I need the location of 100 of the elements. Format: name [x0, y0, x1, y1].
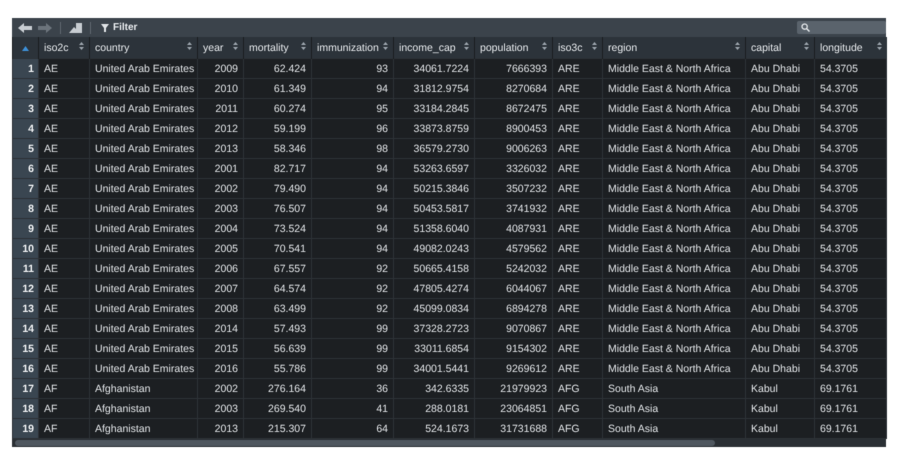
- row-number: 6: [12, 158, 38, 178]
- table-cell: 2016: [198, 358, 244, 378]
- row-number: 18: [12, 398, 38, 418]
- row-number: 19: [12, 418, 38, 438]
- column-header[interactable]: population: [474, 37, 552, 58]
- table-cell: Afghanistan: [90, 398, 198, 418]
- table-cell: ARE: [552, 58, 602, 78]
- table-cell: 54.3705: [814, 58, 886, 78]
- row-number: 16: [12, 358, 38, 378]
- column-header[interactable]: country: [90, 37, 198, 58]
- table-cell: 99: [312, 358, 394, 378]
- table-cell: AE: [38, 338, 90, 358]
- sort-icon: [876, 42, 882, 50]
- table-cell: Abu Dhabi: [746, 58, 814, 78]
- table-cell: 62.424: [244, 58, 312, 78]
- table-cell: Middle East & North Africa: [602, 78, 746, 98]
- column-header[interactable]: immunization: [312, 37, 394, 58]
- table-cell: 54.3705: [814, 218, 886, 238]
- table-cell: 50215.3846: [394, 178, 474, 198]
- table-cell: Kabul: [746, 398, 814, 418]
- table-cell: 33873.8759: [394, 118, 474, 138]
- table-cell: 73.524: [244, 218, 312, 238]
- table-cell: 23064851: [474, 398, 552, 418]
- table-cell: 276.164: [244, 378, 312, 398]
- column-header[interactable]: capital: [746, 37, 814, 58]
- column-header[interactable]: region: [602, 37, 746, 58]
- table-cell: 58.346: [244, 138, 312, 158]
- column-header[interactable]: mortality: [244, 37, 312, 58]
- table-cell: 59.199: [244, 118, 312, 138]
- table-cell: 94: [312, 158, 394, 178]
- table-cell: ARE: [552, 338, 602, 358]
- table-cell: 2005: [198, 238, 244, 258]
- table-cell: 99: [312, 318, 394, 338]
- table-cell: 269.540: [244, 398, 312, 418]
- table-cell: Abu Dhabi: [746, 258, 814, 278]
- table-cell: Abu Dhabi: [746, 358, 814, 378]
- table-cell: 54.3705: [814, 358, 886, 378]
- row-number: 9: [12, 218, 38, 238]
- column-header[interactable]: longitude: [814, 37, 886, 58]
- table-cell: Abu Dhabi: [746, 278, 814, 298]
- table-cell: 69.1761: [814, 378, 886, 398]
- table-cell: United Arab Emirates: [90, 358, 198, 378]
- table-cell: South Asia: [602, 398, 746, 418]
- table-cell: Afghanistan: [90, 378, 198, 398]
- table-cell: 54.3705: [814, 178, 886, 198]
- table-cell: 6894278: [474, 298, 552, 318]
- row-number: 17: [12, 378, 38, 398]
- table-cell: 2006: [198, 258, 244, 278]
- table-cell: 54.3705: [814, 118, 886, 138]
- table-cell: Abu Dhabi: [746, 158, 814, 178]
- table-cell: Middle East & North Africa: [602, 278, 746, 298]
- table-cell: 2014: [198, 318, 244, 338]
- sort-ascending-icon[interactable]: [22, 46, 29, 50]
- row-number: 3: [12, 98, 38, 118]
- column-header[interactable]: year: [198, 37, 244, 58]
- table-cell: AE: [38, 278, 90, 298]
- table-cell: Abu Dhabi: [746, 218, 814, 238]
- sort-icon: [542, 42, 547, 50]
- table-cell: AE: [38, 158, 90, 178]
- row-number: 1: [12, 58, 38, 78]
- table-cell: Middle East & North Africa: [602, 198, 746, 218]
- table-cell: 7666393: [474, 58, 552, 78]
- table-cell: Middle East & North Africa: [602, 58, 746, 78]
- table-cell: Kabul: [746, 378, 814, 398]
- table-cell: 3741932: [474, 198, 552, 218]
- table-cell: 2002: [198, 178, 244, 198]
- search-field[interactable]: [797, 21, 886, 34]
- table-cell: 2003: [198, 198, 244, 218]
- table-cell: 99: [312, 338, 394, 358]
- scrollbar-thumb[interactable]: [15, 440, 715, 446]
- back-arrow-icon[interactable]: [18, 22, 32, 32]
- table-cell: 2008: [198, 298, 244, 318]
- sort-icon: [735, 42, 740, 50]
- horizontal-scrollbar[interactable]: [12, 439, 886, 447]
- table-cell: Abu Dhabi: [746, 98, 814, 118]
- forward-arrow-icon[interactable]: [38, 22, 52, 32]
- table-cell: 2009: [198, 58, 244, 78]
- table-cell: 21979923: [474, 378, 552, 398]
- table-cell: 54.3705: [814, 238, 886, 258]
- table-cell: 47805.4274: [394, 278, 474, 298]
- funnel-icon: [101, 24, 109, 32]
- table-cell: 92: [312, 258, 394, 278]
- table-cell: United Arab Emirates: [90, 178, 198, 198]
- table-cell: 54.3705: [814, 98, 886, 118]
- sort-icon: [187, 42, 192, 50]
- table-cell: ARE: [552, 158, 602, 178]
- row-number: 12: [12, 278, 38, 298]
- table-cell: 45099.0834: [394, 298, 474, 318]
- column-header[interactable]: iso3c: [552, 37, 602, 58]
- column-header[interactable]: iso2c: [38, 37, 90, 58]
- table-cell: 4579562: [474, 238, 552, 258]
- table-cell: AE: [38, 358, 90, 378]
- column-header[interactable]: income_cap: [394, 37, 474, 58]
- table-cell: 34061.7224: [394, 58, 474, 78]
- table-cell: 2004: [198, 218, 244, 238]
- table-cell: 54.3705: [814, 318, 886, 338]
- table-cell: 70.541: [244, 238, 312, 258]
- table-cell: 49082.0243: [394, 238, 474, 258]
- table-cell: 94: [312, 218, 394, 238]
- filter-button[interactable]: Filter: [99, 22, 140, 33]
